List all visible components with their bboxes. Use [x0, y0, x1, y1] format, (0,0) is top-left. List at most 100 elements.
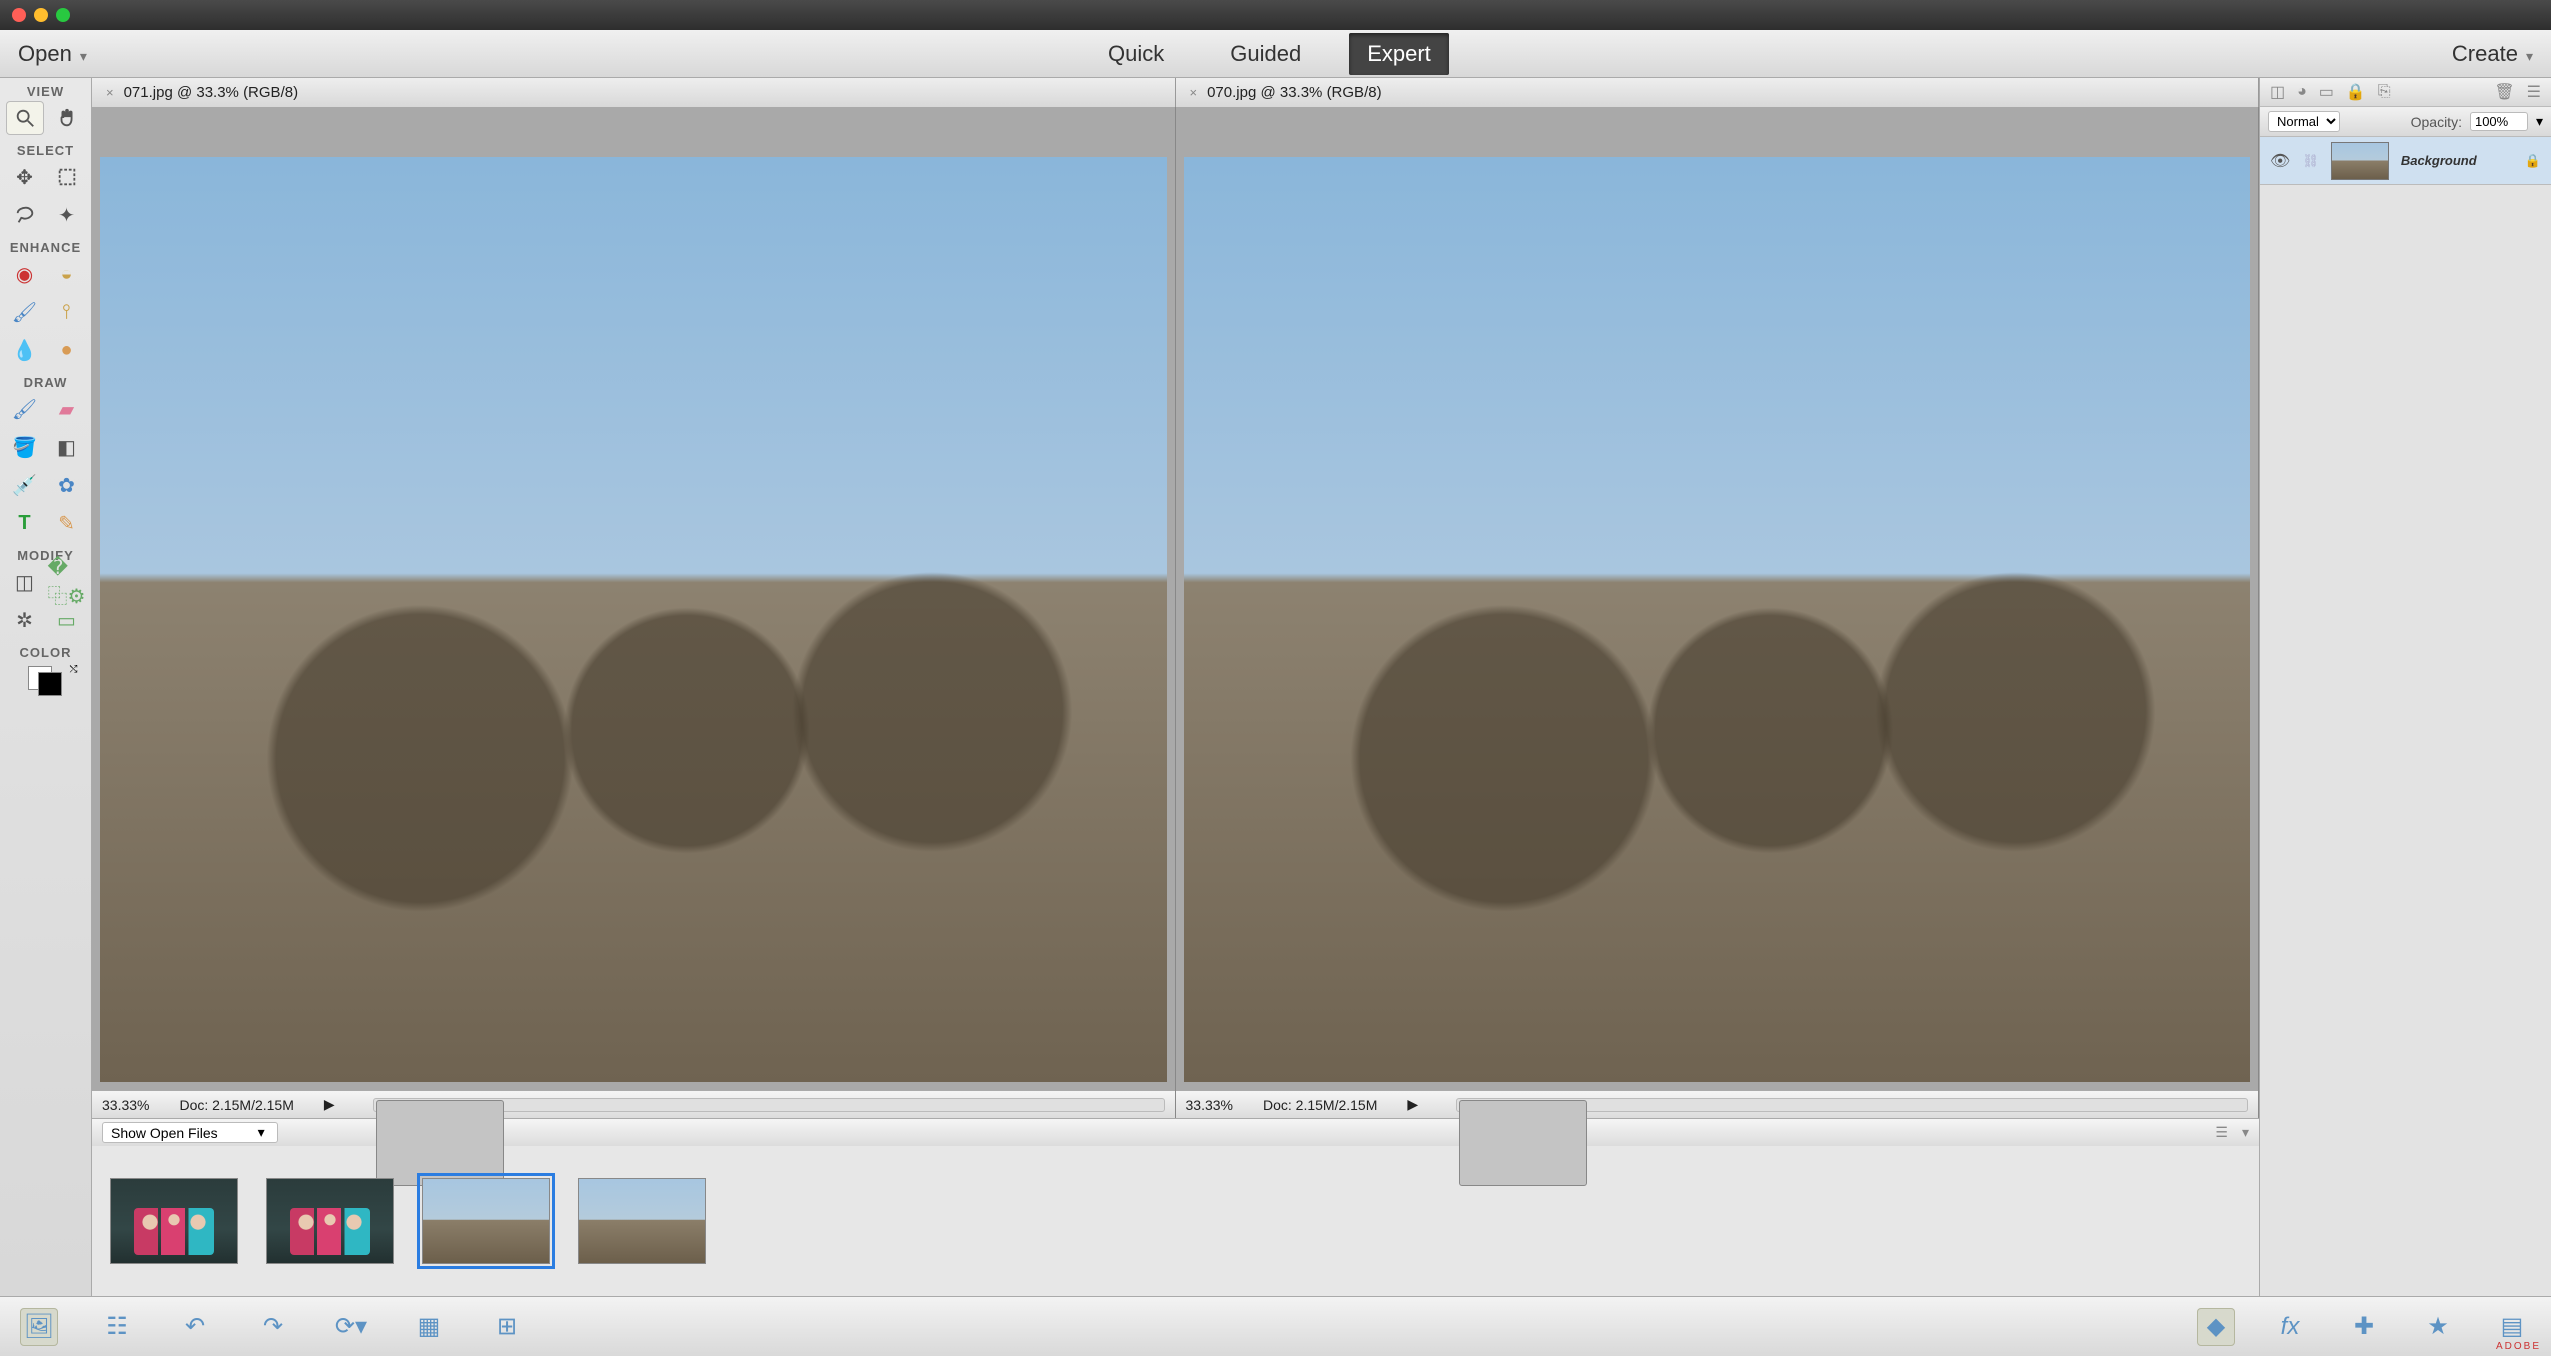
- tool-options-toggle[interactable]: ☷: [98, 1308, 136, 1346]
- shape-tool[interactable]: ✿: [48, 468, 86, 502]
- layer-lock-icon[interactable]: 🔒: [2525, 153, 2541, 169]
- undo-button[interactable]: ↶: [176, 1308, 214, 1346]
- bin-menu-icon[interactable]: ▾: [2242, 1124, 2249, 1141]
- section-draw: DRAW: [24, 375, 68, 390]
- link-layers-icon[interactable]: ⎘: [2378, 83, 2391, 101]
- spot-heal-tool[interactable]: ◒: [48, 257, 86, 291]
- eraser-tool[interactable]: ▰: [48, 392, 86, 426]
- layer-row[interactable]: 👁 ⛓ Background 🔒: [2260, 137, 2551, 185]
- hand-tool[interactable]: [48, 101, 86, 135]
- straighten-tool[interactable]: ▭: [48, 603, 86, 637]
- organizer-button[interactable]: ⊞: [488, 1308, 526, 1346]
- gradient-tool[interactable]: ◧: [48, 430, 86, 464]
- sponge-tool[interactable]: ●: [48, 333, 86, 367]
- opacity-label: Opacity:: [2411, 114, 2462, 130]
- redeye-tool[interactable]: ◉: [6, 257, 44, 291]
- photo-bin-toggle[interactable]: 🖼: [20, 1308, 58, 1346]
- blur-tool[interactable]: 💧: [6, 333, 44, 367]
- more-panel-toggle[interactable]: ▤: [2493, 1308, 2531, 1346]
- mode-quick[interactable]: Quick: [1090, 33, 1182, 75]
- document-tab-1[interactable]: × 071.jpg @ 33.3% (RGB/8): [92, 78, 1176, 107]
- doc-size: Doc: 2.15M/2.15M: [1263, 1097, 1377, 1113]
- zoom-level[interactable]: 33.33%: [1186, 1097, 1233, 1113]
- mask-icon[interactable]: ▭: [2319, 82, 2334, 102]
- clone-stamp-tool[interactable]: ⫯: [48, 295, 86, 329]
- eyedropper-tool[interactable]: 💉: [6, 468, 44, 502]
- swap-colors-icon[interactable]: ⤭: [70, 664, 78, 675]
- section-view: VIEW: [27, 84, 64, 99]
- fill-tool[interactable]: 🪣: [6, 430, 44, 464]
- bin-thumb-4[interactable]: [578, 1178, 706, 1264]
- crop-tool[interactable]: ◫: [6, 565, 44, 599]
- bin-filter-label: Show Open Files: [111, 1125, 218, 1141]
- doc-size: Doc: 2.15M/2.15M: [179, 1097, 293, 1113]
- canvas-image-1[interactable]: [100, 157, 1167, 1082]
- zoom-level[interactable]: 33.33%: [102, 1097, 149, 1113]
- favorites-panel-toggle[interactable]: ★: [2419, 1308, 2457, 1346]
- opacity-stepper-icon[interactable]: ▾: [2536, 113, 2543, 130]
- canvas-image-2[interactable]: [1184, 157, 2251, 1082]
- bin-thumb-1[interactable]: [110, 1178, 238, 1264]
- opacity-input[interactable]: [2470, 112, 2528, 131]
- foreground-color-swatch[interactable]: [38, 672, 62, 696]
- adjustment-layer-icon[interactable]: ◕: [2297, 83, 2307, 101]
- bin-list-icon[interactable]: ☰: [2215, 1124, 2228, 1141]
- move-tool[interactable]: ✥: [6, 160, 44, 194]
- brand-label: ADOBE: [2496, 1341, 2541, 1352]
- document-tabs: × 071.jpg @ 33.3% (RGB/8) × 070.jpg @ 33…: [92, 78, 2259, 107]
- section-color: COLOR: [20, 645, 72, 660]
- cookie-cutter-tool[interactable]: ✲: [6, 603, 44, 637]
- document-tab-title: 070.jpg @ 33.3% (RGB/8): [1207, 84, 1381, 101]
- panel-menu-icon[interactable]: ☰: [2527, 82, 2541, 102]
- bottom-bar: 🖼 ☷ ↶ ↷ ⟳▾ ▦ ⊞ ◆ fx ✚ ★ ▤: [0, 1296, 2551, 1356]
- mode-expert[interactable]: Expert: [1349, 33, 1449, 75]
- effects-panel-toggle[interactable]: fx: [2271, 1308, 2309, 1346]
- lasso-tool[interactable]: [6, 198, 44, 232]
- window-close-button[interactable]: [12, 8, 26, 22]
- marquee-tool[interactable]: [48, 160, 86, 194]
- type-tool[interactable]: T: [6, 506, 44, 540]
- close-tab-icon[interactable]: ×: [106, 85, 114, 100]
- close-tab-icon[interactable]: ×: [1190, 85, 1198, 100]
- create-menu[interactable]: Create: [2452, 41, 2533, 67]
- rotate-button[interactable]: ⟳▾: [332, 1308, 370, 1346]
- smart-brush-tool[interactable]: 🖌: [6, 295, 44, 329]
- magic-wand-tool[interactable]: ✦: [48, 198, 86, 232]
- layers-panel-toggle[interactable]: ◆: [2197, 1308, 2235, 1346]
- window-minimize-button[interactable]: [34, 8, 48, 22]
- redo-button[interactable]: ↷: [254, 1308, 292, 1346]
- layer-name[interactable]: Background: [2401, 153, 2477, 168]
- open-menu[interactable]: Open: [18, 41, 87, 67]
- app-menubar: Open Quick Guided Expert Create: [0, 30, 2551, 78]
- mode-guided[interactable]: Guided: [1212, 33, 1319, 75]
- layer-thumbnail[interactable]: [2331, 142, 2389, 180]
- status-play-icon[interactable]: ▶: [1407, 1096, 1418, 1113]
- document-tab-title: 071.jpg @ 33.3% (RGB/8): [124, 84, 298, 101]
- window-titlebar: [0, 0, 2551, 30]
- status-play-icon[interactable]: ▶: [324, 1096, 335, 1113]
- layer-link-icon[interactable]: ⛓: [2302, 153, 2319, 169]
- layers-panel: ◫ ◕ ▭ 🔒 ⎘ 🗑 ☰ Normal Opacity: ▾ 👁 ⛓ Back…: [2259, 78, 2551, 1296]
- section-enhance: ENHANCE: [10, 240, 81, 255]
- color-swatch[interactable]: ⤭: [24, 666, 68, 696]
- zoom-tool[interactable]: [6, 101, 44, 135]
- section-select: SELECT: [17, 143, 74, 158]
- layer-visibility-icon[interactable]: 👁: [2270, 151, 2290, 171]
- lock-icon[interactable]: 🔒: [2346, 82, 2366, 102]
- new-layer-icon[interactable]: ◫: [2270, 82, 2285, 102]
- h-scrollbar[interactable]: [1456, 1098, 2248, 1112]
- blend-mode-select[interactable]: Normal: [2268, 111, 2340, 132]
- bin-thumb-3[interactable]: [422, 1178, 550, 1264]
- bin-thumb-2[interactable]: [266, 1178, 394, 1264]
- canvas-pane-right: 33.33% Doc: 2.15M/2.15M ▶: [1176, 107, 2260, 1118]
- bin-filter-dropdown[interactable]: Show Open Files▾: [102, 1122, 278, 1143]
- layout-button[interactable]: ▦: [410, 1308, 448, 1346]
- recompose-tool[interactable]: �⿻⚙: [48, 565, 86, 599]
- document-tab-2[interactable]: × 070.jpg @ 33.3% (RGB/8): [1176, 78, 2260, 107]
- brush-tool[interactable]: 🖌: [6, 392, 44, 426]
- h-scrollbar[interactable]: [373, 1098, 1165, 1112]
- window-zoom-button[interactable]: [56, 8, 70, 22]
- graphics-panel-toggle[interactable]: ✚: [2345, 1308, 2383, 1346]
- delete-layer-icon[interactable]: 🗑: [2494, 82, 2514, 102]
- pencil-tool[interactable]: ✎: [48, 506, 86, 540]
